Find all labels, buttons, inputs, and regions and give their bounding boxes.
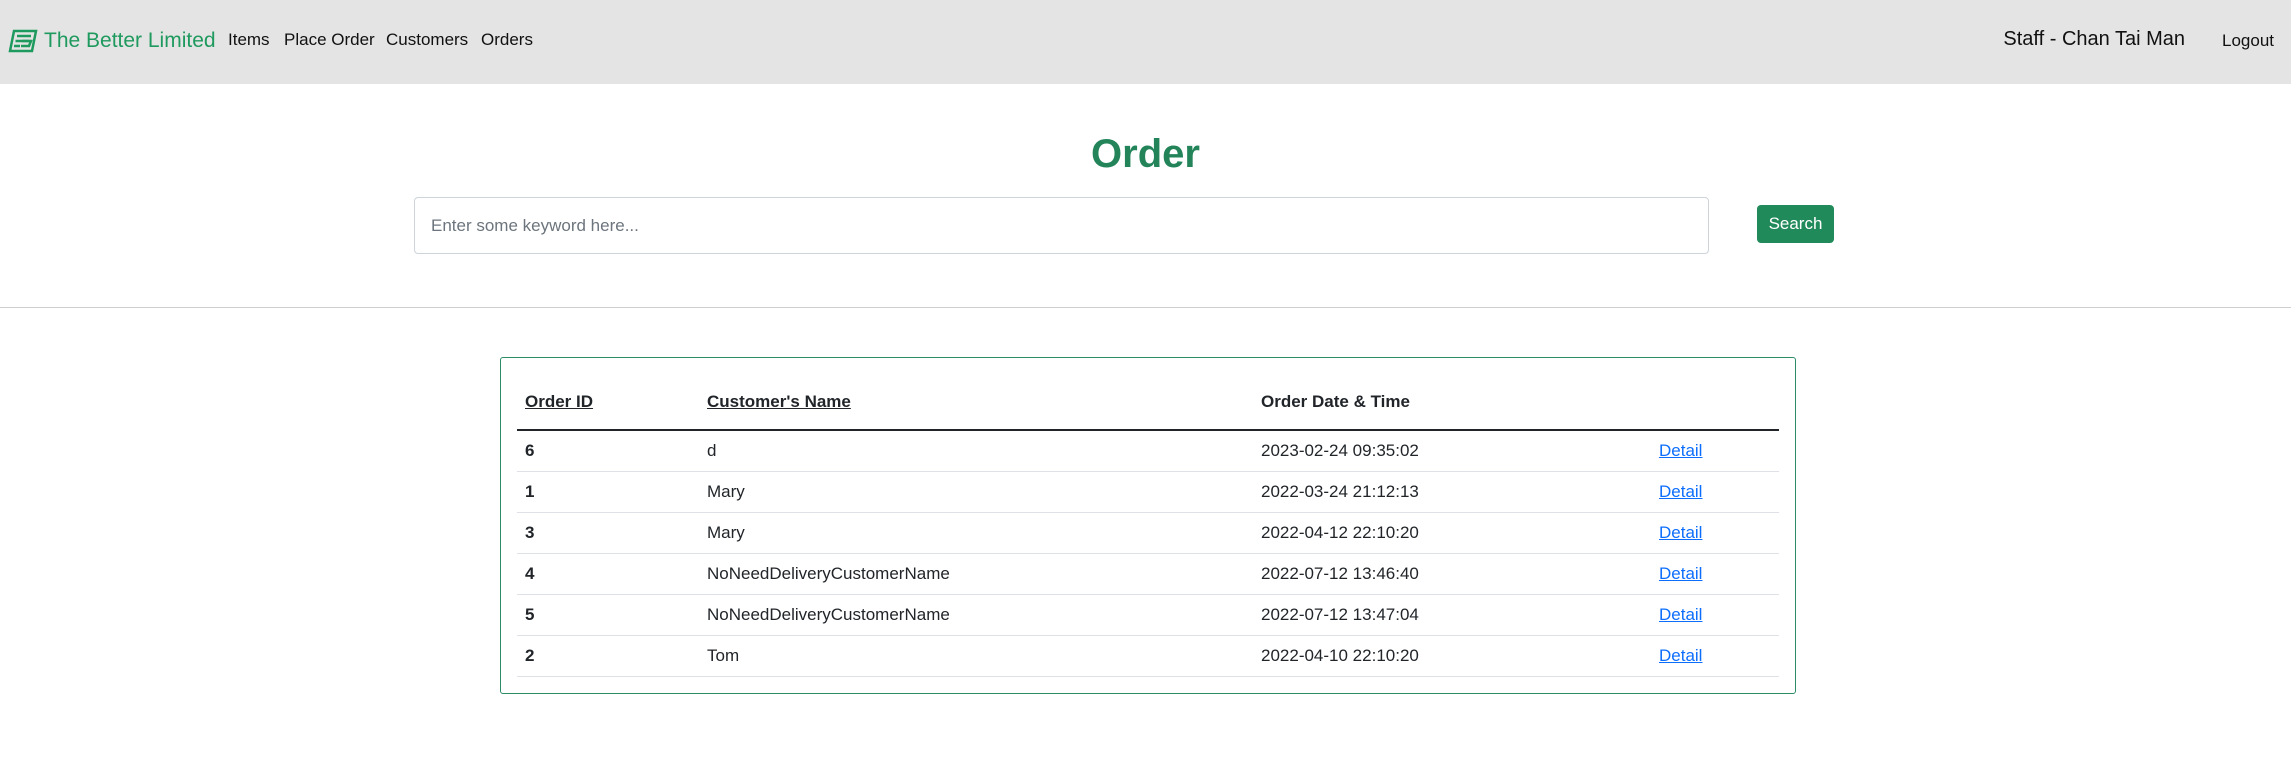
action-cell: Detail [1651, 635, 1779, 677]
search-button[interactable]: Search [1757, 205, 1834, 243]
staff-name: Staff - Chan Tai Man [2003, 28, 2185, 50]
detail-link[interactable]: Detail [1659, 482, 1702, 501]
top-navbar: The Better Limited Items Place Order Cus… [0, 0, 2291, 84]
customer-name-cell: Tom [699, 635, 1253, 677]
action-cell: Detail [1651, 471, 1779, 513]
order-date-cell: 2022-07-12 13:46:40 [1253, 553, 1651, 595]
detail-link[interactable]: Detail [1659, 523, 1702, 542]
action-cell: Detail [1651, 512, 1779, 554]
brand-logo-icon [8, 29, 38, 53]
customer-name-cell: Mary [699, 512, 1253, 554]
table-row: 3 Mary 2022-04-12 22:10:20 Detail [517, 512, 1779, 554]
table-row: 2 Tom 2022-04-10 22:10:20 Detail [517, 635, 1779, 677]
detail-link[interactable]: Detail [1659, 605, 1702, 624]
orders-table: Order ID Customer's Name Order Date & Ti… [517, 374, 1779, 677]
orders-table-card: Order ID Customer's Name Order Date & Ti… [500, 357, 1796, 694]
table-row: 6 d 2023-02-24 09:35:02 Detail [517, 430, 1779, 472]
order-date-cell: 2022-04-12 22:10:20 [1253, 512, 1651, 554]
customer-name-cell: Mary [699, 471, 1253, 513]
page-title: Order [1091, 132, 1200, 176]
nav-orders[interactable]: Orders [481, 30, 533, 50]
brand-name: The Better Limited [44, 29, 216, 52]
nav-place-order[interactable]: Place Order [284, 30, 375, 50]
table-row: 5 NoNeedDeliveryCustomerName 2022-07-12 … [517, 594, 1779, 636]
table-row: 4 NoNeedDeliveryCustomerName 2022-07-12 … [517, 553, 1779, 595]
nav-items[interactable]: Items [228, 30, 270, 50]
order-id-cell: 5 [517, 594, 699, 636]
order-id-cell: 3 [517, 512, 699, 554]
header-order-date: Order Date & Time [1253, 374, 1651, 431]
order-id-cell: 4 [517, 553, 699, 595]
order-id-cell: 6 [517, 430, 699, 472]
order-id-cell: 1 [517, 471, 699, 513]
header-order-id[interactable]: Order ID [517, 374, 699, 431]
header-action [1651, 374, 1779, 431]
nav-customers[interactable]: Customers [386, 30, 468, 50]
customer-name-cell: d [699, 430, 1253, 472]
order-id-cell: 2 [517, 635, 699, 677]
order-date-cell: 2022-03-24 21:12:13 [1253, 471, 1651, 513]
action-cell: Detail [1651, 553, 1779, 595]
detail-link[interactable]: Detail [1659, 564, 1702, 583]
order-date-cell: 2022-04-10 22:10:20 [1253, 635, 1651, 677]
detail-link[interactable]: Detail [1659, 646, 1702, 665]
section-divider [0, 307, 2291, 308]
logout-link[interactable]: Logout [2222, 31, 2274, 51]
action-cell: Detail [1651, 430, 1779, 472]
order-date-cell: 2023-02-24 09:35:02 [1253, 430, 1651, 472]
table-row: 1 Mary 2022-03-24 21:12:13 Detail [517, 471, 1779, 513]
search-input[interactable] [414, 197, 1709, 254]
customer-name-cell: NoNeedDeliveryCustomerName [699, 594, 1253, 636]
brand-link[interactable]: The Better Limited [8, 26, 216, 56]
customer-name-cell: NoNeedDeliveryCustomerName [699, 553, 1253, 595]
detail-link[interactable]: Detail [1659, 441, 1702, 460]
table-header-row: Order ID Customer's Name Order Date & Ti… [517, 374, 1779, 431]
header-customer-name[interactable]: Customer's Name [699, 374, 1253, 431]
action-cell: Detail [1651, 594, 1779, 636]
order-date-cell: 2022-07-12 13:47:04 [1253, 594, 1651, 636]
